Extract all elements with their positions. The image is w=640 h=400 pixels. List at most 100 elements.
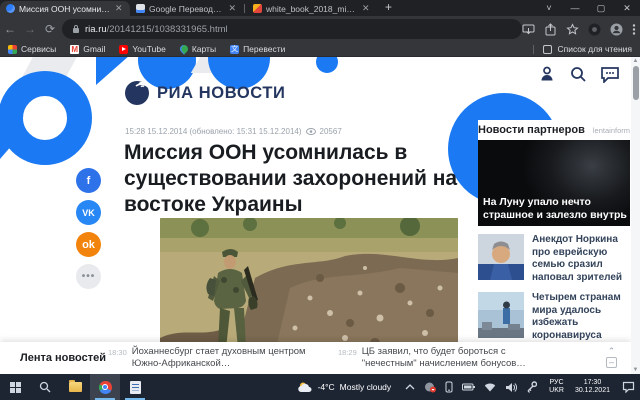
tray-chevron-icon[interactable]	[405, 383, 415, 391]
language-secondary: UKR	[549, 387, 564, 395]
youtube-icon	[119, 45, 128, 54]
bookmark-youtube[interactable]: YouTube	[119, 44, 165, 54]
taskbar-clock[interactable]: 17:30 30.12.2021	[569, 379, 616, 395]
profile-avatar-icon[interactable]	[610, 23, 623, 36]
extension-icon[interactable]	[588, 23, 601, 36]
bookmark-services[interactable]: Сервисы	[8, 44, 56, 54]
bookmark-gmail[interactable]: MGmail	[70, 44, 105, 54]
views-eye-icon	[306, 128, 316, 135]
search-icon	[39, 381, 51, 393]
volume-icon[interactable]	[505, 382, 517, 393]
site-title: РИА НОВОСТИ	[157, 84, 286, 103]
tab-google-translate[interactable]: Google Переводчик ✕	[130, 1, 242, 16]
window-minimize-button[interactable]: —	[562, 0, 588, 16]
address-bar[interactable]: ria.ru/20141215/1038331965.html	[62, 19, 522, 39]
back-icon[interactable]: ←	[0, 22, 20, 36]
share-icon[interactable]	[544, 23, 557, 36]
map-pin-icon	[178, 43, 189, 54]
article-headline: Миссия ООН усомнилась в существовании за…	[124, 140, 469, 218]
scroll-up-icon[interactable]: ▲	[631, 58, 640, 64]
tab-title: Миссия ООН усомнилась в су	[19, 4, 111, 14]
document-app-button[interactable]	[120, 374, 150, 400]
notification-badge-icon[interactable]	[424, 381, 436, 393]
lock-icon	[72, 24, 80, 34]
new-tab-button[interactable]: +	[385, 0, 392, 14]
tab-pdf[interactable]: white_book_2018_mip.pdf ✕	[247, 1, 377, 16]
phone-link-icon[interactable]	[445, 381, 453, 393]
tab-close-icon[interactable]: ✕	[115, 4, 123, 13]
translate-favicon	[136, 4, 145, 13]
pdf-favicon	[253, 4, 262, 13]
partner-item[interactable]: Анекдот Норкина про еврейскую семью сраз…	[478, 234, 630, 284]
taskbar-search-button[interactable]	[30, 374, 60, 400]
url-path: /20141215/1038331965.html	[107, 24, 228, 35]
page-scrollbar[interactable]: ▲ ▼	[631, 57, 640, 374]
tab-search-icon[interactable]: ˅	[536, 0, 562, 16]
bookmark-maps[interactable]: Карты	[180, 44, 216, 54]
window-close-button[interactable]: ✕	[614, 0, 640, 16]
article-meta: 15:28 15.12.2014 (обновлено: 15:31 15.12…	[125, 127, 342, 136]
search-icon[interactable]	[569, 65, 587, 83]
bookmark-translate[interactable]: 文Перевести	[230, 44, 285, 54]
weather-widget[interactable]: -4°C Mostly cloudy	[291, 381, 399, 393]
translate-icon: 文	[230, 45, 239, 54]
share-more-button[interactable]: •••	[76, 264, 101, 289]
url-domain: ria.ru	[85, 24, 107, 35]
action-center-button[interactable]	[616, 381, 640, 393]
wifi-icon[interactable]	[484, 382, 496, 392]
partner-item-title: Четырем странам мира удалось избежать ко…	[532, 292, 630, 342]
divider	[533, 45, 534, 54]
bookmark-star-icon[interactable]	[566, 23, 579, 36]
bookmarks-bar: Сервисы MGmail YouTube Карты 文Перевести …	[0, 42, 640, 57]
battery-icon[interactable]	[462, 382, 475, 392]
scrollbar-thumb[interactable]	[633, 66, 639, 100]
ticker-item[interactable]: 18:29 ЦБ заявил, что будет бороться с "н…	[338, 346, 568, 370]
tab-strip: Миссия ООН усомнилась в су ✕ Google Пере…	[0, 0, 640, 16]
window-maximize-button[interactable]: ▢	[588, 0, 614, 16]
install-app-icon[interactable]	[522, 23, 535, 36]
ticker-item-text: ЦБ заявил, что будет бороться с "нечестн…	[362, 346, 552, 370]
partner-news-widget: Новости партнеров lentainform На Луну уп…	[478, 120, 630, 374]
scroll-down-icon[interactable]: ▼	[631, 367, 640, 373]
deco-shape	[316, 57, 338, 73]
tab-close-icon[interactable]: ✕	[228, 4, 236, 13]
partner-news-source[interactable]: lentainform	[593, 126, 630, 135]
ticker-collapse-icon[interactable]: –	[606, 357, 617, 368]
comments-icon[interactable]	[600, 65, 620, 83]
language-switcher[interactable]: РУС UKR	[544, 379, 569, 395]
menu-kebab-icon[interactable]	[632, 23, 636, 36]
start-button[interactable]	[0, 374, 30, 400]
folder-icon	[69, 382, 82, 392]
file-explorer-button[interactable]	[60, 374, 90, 400]
windows-taskbar: -4°C Mostly cloudy РУС UKR 17:30 30.12.2…	[0, 374, 640, 400]
deco-shape	[0, 129, 26, 159]
views-count: 20567	[320, 127, 342, 136]
ria-globe-icon	[124, 80, 150, 106]
ria-logo[interactable]: РИА НОВОСТИ	[124, 80, 286, 106]
tab-title: Google Переводчик	[149, 4, 224, 14]
forward-icon[interactable]: →	[20, 22, 40, 36]
ticker-item[interactable]: 18:30 Йоханнесбург стает духовным центро…	[108, 346, 338, 370]
partner-lead-story[interactable]: На Луну упало нечто страшное и залезло в…	[478, 140, 630, 226]
reading-list-icon	[543, 45, 552, 54]
ticker-item-time: 18:29	[338, 346, 357, 370]
input-key-icon[interactable]	[526, 381, 537, 393]
news-ticker: Лента новостей 18:30 Йоханнесбург стает …	[0, 342, 631, 374]
tab-separator	[244, 4, 245, 13]
partner-news-title: Новости партнеров	[478, 124, 585, 136]
action-center-icon	[622, 381, 635, 393]
tab-title: white_book_2018_mip.pdf	[266, 4, 358, 14]
share-ok-button[interactable]: ok	[76, 232, 101, 257]
tab-close-icon[interactable]: ✕	[362, 4, 370, 13]
account-icon[interactable]	[538, 65, 556, 83]
tab-ria-article[interactable]: Миссия ООН усомнилась в су ✕	[0, 1, 130, 16]
reading-list-button[interactable]: Список для чтения	[533, 44, 640, 54]
share-vk-button[interactable]: VK	[76, 200, 101, 225]
reload-icon[interactable]: ⟳	[40, 22, 60, 36]
ticker-expand-icon[interactable]: ⌃	[608, 348, 616, 355]
share-facebook-button[interactable]: f	[76, 168, 101, 193]
weather-icon	[298, 381, 313, 393]
chrome-taskbar-button[interactable]	[90, 374, 120, 400]
browser-toolbar: ← → ⟳ ria.ru/20141215/1038331965.html	[0, 16, 640, 42]
partner-item[interactable]: Четырем странам мира удалось избежать ко…	[478, 292, 630, 342]
